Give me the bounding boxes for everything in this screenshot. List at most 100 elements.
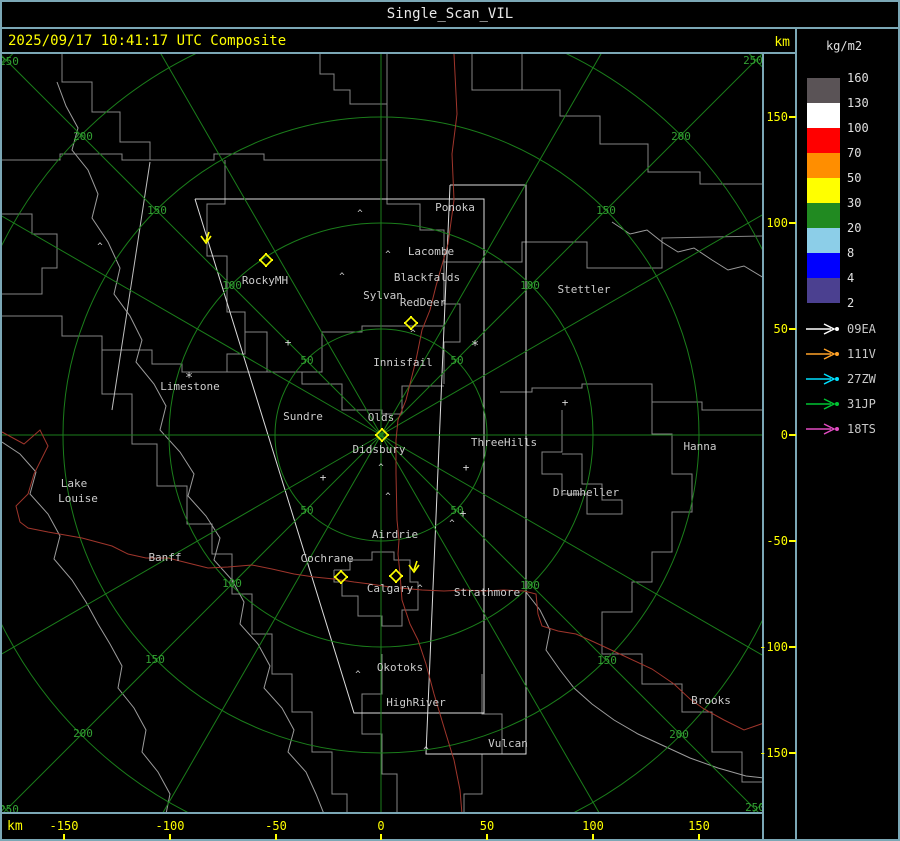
storm-cell-corner-dot [395, 569, 397, 571]
scale-color-swatch [807, 78, 840, 103]
storm-cell-corner-dot [340, 582, 342, 584]
bottom-axis-tick-mark [592, 834, 594, 840]
city-label-sylvan: Sylvan [363, 289, 403, 302]
obstacle-caret-marker: ^ [417, 584, 423, 594]
storm-cell-diamond-icon[interactable] [403, 315, 419, 331]
title-text: Single_Scan_VIL [386, 5, 514, 22]
obstacle-caret-marker: ^ [339, 272, 345, 282]
range-ring-label: 250 [743, 54, 762, 67]
storm-cell-corner-dot [387, 434, 389, 436]
scale-value-label: 2 [847, 296, 855, 310]
range-ring-label: 200 [669, 728, 689, 741]
obstacle-caret-marker: ^ [385, 492, 391, 502]
city-label-louise: Louise [58, 492, 98, 505]
scale-color-swatch [807, 228, 840, 253]
storm-cell-corner-dot [389, 575, 391, 577]
scale-value-label: 70 [847, 146, 862, 160]
scale-value-label: 8 [847, 246, 855, 260]
storm-cell-corner-dot [265, 265, 267, 267]
county-boundary-line [601, 402, 764, 783]
county-boundary-line [500, 383, 764, 411]
storm-cell-corner-dot [334, 576, 336, 578]
right-axis-tick-mark [789, 646, 796, 648]
window-title: Single_Scan_VIL [0, 0, 900, 27]
bottom-axis-tick-mark [486, 834, 488, 840]
site-arrow-icon [806, 373, 839, 385]
site-id-label: 18TS [847, 422, 876, 436]
city-label-vulcan: Vulcan [488, 737, 528, 750]
storm-cell-corner-dot [381, 440, 383, 442]
storm-cell-corner-dot [395, 581, 397, 583]
star-marker: * [471, 339, 479, 354]
river-border-line [56, 81, 325, 815]
storm-cell-corner-dot [375, 434, 377, 436]
storm-cell-corner-dot [381, 428, 383, 430]
scale-color-swatch [807, 153, 840, 178]
city-label-rockymh: RockyMH [242, 274, 288, 287]
city-label-calgary: Calgary [367, 582, 414, 595]
timestamp-bar: 2025/09/17 10:41:17 UTC Composite [8, 32, 286, 50]
city-label-didsbury: Didsbury [353, 443, 406, 456]
range-ring-label: 100 [222, 279, 242, 292]
azimuth-spoke-330 [129, 0, 382, 436]
city-label-cochrane: Cochrane [301, 552, 354, 565]
site-arrow-icon [806, 398, 839, 410]
county-boundary-line [522, 89, 764, 185]
city-label-okotoks: Okotoks [377, 661, 423, 674]
legend-panel: kg/m2 160 130 100 70 50 30 20 8 4 2 09EA 111V 27ZW 3… [797, 29, 900, 839]
bottom-axis-tick-mark [63, 834, 65, 840]
scale-color-swatch [807, 178, 840, 203]
range-ring-label: 250 [2, 55, 19, 68]
city-label-strathmore: Strathmore [454, 586, 520, 599]
storm-cell-corner-dot [265, 253, 267, 255]
city-label-lake: Lake [61, 477, 88, 490]
storm-cell-diamond-icon[interactable] [333, 569, 349, 585]
obstacle-caret-marker: ^ [449, 519, 455, 529]
city-label-innisfail: Innisfail [373, 356, 433, 369]
city-label-reddeer: RedDeer [400, 296, 447, 309]
plus-marker: + [562, 396, 569, 409]
radar-map-svg[interactable]: 50 5050 50100 100100 100150 150150 150200 20020… [0, 0, 900, 841]
storm-cell-corner-dot [271, 259, 273, 261]
site-legend-row: 111V [805, 346, 876, 362]
radar-map-canvas[interactable]: 50 50 50 50 100 100 100 100 150 150 150 150 200 200 20… [0, 0, 900, 841]
city-label-brooks: Brooks [691, 694, 731, 707]
site-id-label: 27ZW [847, 372, 876, 386]
storm-cell-corner-dot [346, 576, 348, 578]
city-label-threehills: ThreeHills [471, 436, 537, 449]
title-separator [0, 27, 900, 29]
scale-color-swatch [807, 203, 840, 228]
range-ring-label: 100 [520, 579, 540, 592]
city-label-stettler: Stettler [558, 283, 611, 296]
range-ring-label: 150 [145, 653, 165, 666]
county-boundary-line [471, 54, 523, 91]
obstacle-caret-marker: ^ [385, 250, 391, 260]
range-ring-label: 250 [745, 801, 762, 812]
range-ring-label: 50 [450, 354, 463, 367]
city-label-blackfalds: Blackfalds [394, 271, 460, 284]
range-ring-label: 150 [597, 654, 617, 667]
obstacle-caret-marker: ^ [97, 242, 103, 252]
scale-color-swatch [807, 103, 840, 128]
bottom-axis-tick-mark [169, 834, 171, 840]
scale-value-label: 130 [847, 96, 869, 110]
city-label-banff: Banff [148, 551, 181, 564]
site-legend-row: 18TS [805, 421, 876, 437]
right-axis-tick-mark [789, 328, 796, 330]
storm-cell-corner-dot [340, 570, 342, 572]
bottom-axis-tick-label: -150 [49, 819, 79, 833]
bottom-axis-tick-label: -50 [265, 819, 287, 833]
plus-marker: + [463, 461, 470, 474]
legend-units-label: kg/m2 [825, 39, 863, 53]
storm-cell-corner-dot [416, 322, 418, 324]
bottom-axis-tick-mark [380, 834, 382, 840]
right-axis-tick-label: 0 [780, 428, 788, 442]
bottom-axis-tick-mark [698, 834, 700, 840]
range-ring-label: 250 [2, 803, 19, 812]
right-axis-tick-mark [789, 540, 796, 542]
right-axis-tick-mark [789, 116, 796, 118]
range-ring-label: 50 [300, 354, 313, 367]
county-boundary-line [319, 54, 388, 105]
scale-color-swatch [807, 253, 840, 278]
bottom-axis-tick-mark [275, 834, 277, 840]
